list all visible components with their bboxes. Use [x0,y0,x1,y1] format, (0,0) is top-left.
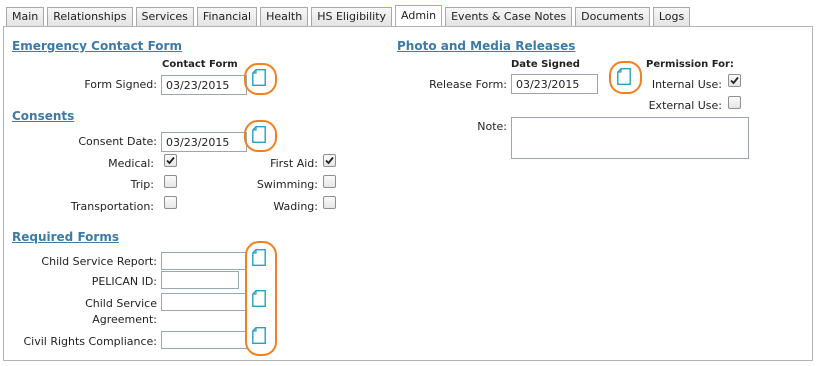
consent-date-input[interactable] [161,132,247,152]
consent-date-label: Consent Date: [78,135,157,148]
form-signed-label: Form Signed: [84,78,157,91]
swimming-checkbox[interactable] [323,175,336,188]
permission-for-column-header: Permission For: [646,59,734,70]
swimming-label: Swimming: [256,178,318,191]
transportation-checkbox[interactable] [164,196,177,209]
note-textarea[interactable] [511,117,749,159]
first-aid-label: First Aid: [270,157,318,170]
check-icon [730,76,739,85]
trip-checkbox[interactable] [164,175,177,188]
transportation-label: Transportation: [70,200,154,213]
contact-form-column-header: Contact Form [162,59,238,70]
external-use-checkbox[interactable] [728,96,741,109]
external-use-label: External Use: [648,99,722,112]
child-service-report-input[interactable] [161,252,247,270]
form-signed-date-input[interactable] [161,75,247,95]
tab-relationships[interactable]: Relationships [47,7,133,26]
child-service-agreement-label-line1: Child Service [85,297,157,310]
wading-checkbox[interactable] [323,196,336,209]
check-icon [325,156,334,165]
tab-hs-eligibility[interactable]: HS Eligibility [311,7,393,26]
tab-bar: Main Relationships Services Financial He… [6,5,691,26]
civil-rights-compliance-input[interactable] [161,331,247,349]
tab-events-case-notes[interactable]: Events & Case Notes [445,7,573,26]
document-icon[interactable] [252,249,266,266]
child-service-report-label: Child Service Report: [41,255,157,268]
tab-main[interactable]: Main [6,7,45,26]
check-icon [166,156,175,165]
release-form-date-input[interactable] [511,74,598,94]
child-service-agreement-input[interactable] [161,293,247,311]
medical-checkbox[interactable] [164,154,177,167]
photo-media-releases-title[interactable]: Photo and Media Releases [397,39,575,53]
pelican-id-label: PELICAN ID: [91,275,157,288]
emergency-contact-form-title[interactable]: Emergency Contact Form [12,39,182,53]
tab-health[interactable]: Health [260,7,309,26]
civil-rights-compliance-label: Civil Rights Compliance: [23,335,157,348]
document-icon[interactable] [252,290,266,307]
date-signed-column-header: Date Signed [511,59,580,70]
pelican-id-input[interactable] [161,271,239,289]
tab-admin[interactable]: Admin [395,5,443,26]
wading-label: Wading: [273,200,318,213]
first-aid-checkbox[interactable] [323,154,336,167]
tab-documents[interactable]: Documents [575,7,650,26]
tab-logs[interactable]: Logs [652,7,691,26]
internal-use-label: Internal Use: [651,78,722,91]
medical-label: Medical: [108,157,154,170]
tab-services[interactable]: Services [135,7,194,26]
trip-label: Trip: [130,178,154,191]
internal-use-checkbox[interactable] [728,74,741,87]
note-label: Note: [477,120,507,133]
document-icon[interactable] [252,327,266,344]
admin-panel [3,26,813,361]
release-form-label: Release Form: [429,78,507,91]
document-icon[interactable] [252,69,266,86]
required-forms-title[interactable]: Required Forms [12,230,119,244]
document-icon[interactable] [252,126,266,143]
consents-title[interactable]: Consents [12,109,74,123]
child-service-agreement-label-line2: Agreement: [92,313,157,326]
tab-financial[interactable]: Financial [196,7,258,26]
document-icon[interactable] [617,68,631,85]
